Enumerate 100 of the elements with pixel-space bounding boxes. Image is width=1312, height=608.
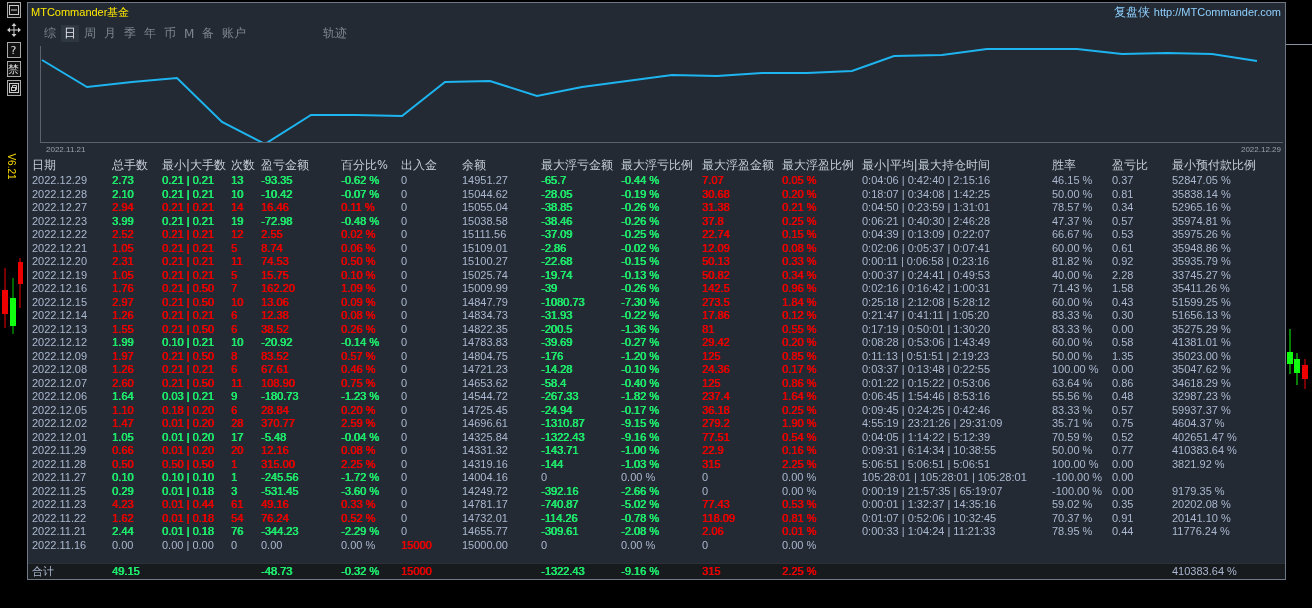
- period-tab[interactable]: M: [181, 25, 198, 42]
- table-cell: 0.61: [1112, 241, 1134, 255]
- table-cell: 0: [401, 228, 408, 242]
- table-cell: -0.04 %: [341, 430, 379, 444]
- period-tab[interactable]: 月: [101, 25, 119, 42]
- table-cell: -0.14 %: [341, 336, 379, 350]
- table-cell: 0:00:19 | 21:57:35 | 65:19:07: [862, 484, 1003, 498]
- toolbar-button[interactable]: ?: [6, 42, 21, 58]
- website-link[interactable]: http://MTCommander.com: [1153, 6, 1281, 18]
- version-label: V6.21: [5, 153, 17, 180]
- table-cell: 2.52: [112, 228, 134, 242]
- period-tab[interactable]: 周: [81, 25, 99, 42]
- table-cell: 5: [231, 268, 238, 282]
- table-cell: 0.00: [1112, 484, 1134, 498]
- table-cell: 20: [231, 444, 244, 458]
- table-cell: 0: [702, 484, 709, 498]
- period-tab[interactable]: 账户: [219, 25, 250, 42]
- period-tab[interactable]: 币: [161, 25, 179, 42]
- toolbar-button[interactable]: 禁: [6, 61, 21, 77]
- table-cell: 370.77: [261, 417, 295, 431]
- period-tab[interactable]: 综: [41, 25, 59, 42]
- restore-button[interactable]: [6, 80, 21, 96]
- table-cell: 0.20 %: [341, 403, 376, 417]
- move-button[interactable]: [6, 21, 21, 39]
- table-cell: 15100.27: [462, 255, 508, 269]
- table-cell: 14804.75: [462, 349, 508, 363]
- column-header: 次数: [231, 158, 255, 173]
- table-cell: 1.76: [112, 282, 134, 296]
- minimize-button[interactable]: [6, 2, 21, 18]
- table-cell: 60.00 %: [1052, 336, 1093, 350]
- table-cell: 0.58: [1112, 336, 1134, 350]
- table-cell: 15000: [401, 564, 432, 579]
- table-cell: -1.00 %: [621, 444, 659, 458]
- table-cell: -309.61: [541, 525, 579, 539]
- table-cell: 0.00 %: [341, 538, 376, 552]
- table-cell: -1.36 %: [621, 322, 659, 336]
- table-cell: -2.29 %: [341, 525, 379, 539]
- table-cell: 54: [231, 511, 244, 525]
- table-cell: 2022.12.20: [32, 255, 88, 269]
- table-cell: 0.00: [112, 538, 134, 552]
- table-cell: 1.26: [112, 309, 134, 323]
- table-cell: 0: [401, 255, 408, 269]
- table-cell: -38.46: [541, 214, 573, 228]
- table-cell: 15111.56: [462, 228, 507, 242]
- table-cell: -0.26 %: [621, 282, 659, 296]
- table-cell: 2022.12.29: [32, 174, 88, 188]
- table-cell: -7.30 %: [621, 295, 659, 309]
- table-cell: 2022.12.01: [32, 430, 88, 444]
- period-tab[interactable]: 日: [61, 25, 79, 42]
- table-cell: 0:00:37 | 0:24:41 | 0:49:53: [862, 268, 991, 282]
- table-cell: 0.00 %: [782, 484, 817, 498]
- table-cell: 12.09: [702, 241, 730, 255]
- table-cell: -0.10 %: [621, 363, 659, 377]
- table-cell: 0.26 %: [341, 322, 376, 336]
- table-cell: 0:17:19 | 0:50:01 | 1:30:20: [862, 322, 991, 336]
- table-cell: 0.01 | 0.20: [162, 430, 214, 444]
- table-cell: 1.26: [112, 363, 134, 377]
- table-cell: 14: [231, 201, 244, 215]
- table-cell: -3.60 %: [341, 484, 379, 498]
- table-cell: 108.90: [261, 376, 295, 390]
- table-cell: 2022.12.07: [32, 376, 88, 390]
- table-cell: 11: [231, 376, 243, 390]
- table-cell: 6: [231, 403, 238, 417]
- period-tab[interactable]: 年: [141, 25, 159, 42]
- table-cell: 0: [401, 201, 408, 215]
- table-cell: 35023.00 %: [1172, 349, 1231, 363]
- table-cell: 2022.12.28: [32, 187, 88, 201]
- table-cell: 0: [401, 403, 408, 417]
- table-cell: 0.00 | 0.00: [162, 538, 214, 552]
- table-cell: 0.50 %: [341, 255, 376, 269]
- table-cell: 0.52: [1112, 430, 1134, 444]
- table-cell: 1.64 %: [782, 390, 817, 404]
- table-cell: 0.21 | 0.21: [162, 255, 214, 269]
- table-cell: -0.62 %: [341, 174, 379, 188]
- table-cell: 0.09 %: [341, 295, 376, 309]
- table-cell: 0.57: [1112, 214, 1134, 228]
- table-cell: 0.50 | 0.50: [162, 457, 214, 471]
- table-cell: 14951.27: [462, 174, 508, 188]
- table-cell: 162.20: [261, 282, 295, 296]
- period-tab[interactable]: 轨迹: [320, 25, 351, 42]
- table-cell: 1: [231, 457, 238, 471]
- table-cell: 2022.12.06: [32, 390, 88, 404]
- period-tab[interactable]: 季: [121, 25, 139, 42]
- column-header: 盈亏金额: [261, 158, 309, 173]
- table-cell: 6: [231, 322, 238, 336]
- table-cell: 0: [401, 390, 408, 404]
- table-cell: 273.5: [702, 295, 730, 309]
- column-header: 出入金: [401, 158, 437, 173]
- table-cell: -39: [541, 282, 557, 296]
- table-cell: 2022.11.25: [32, 484, 87, 498]
- table-cell: 2022.12.02: [32, 417, 88, 431]
- table-cell: -65.7: [541, 174, 567, 188]
- table-cell: 0.75: [1112, 417, 1134, 431]
- table-cell: 35.71 %: [1052, 417, 1093, 431]
- table-cell: 2022.11.21: [32, 525, 87, 539]
- table-cell: 0.01 | 0.18: [162, 511, 214, 525]
- period-tab[interactable]: 备: [199, 25, 218, 42]
- table-cell: -2.66 %: [621, 484, 659, 498]
- table-cell: -1.72 %: [341, 471, 379, 485]
- table-cell: -0.17 %: [621, 403, 659, 417]
